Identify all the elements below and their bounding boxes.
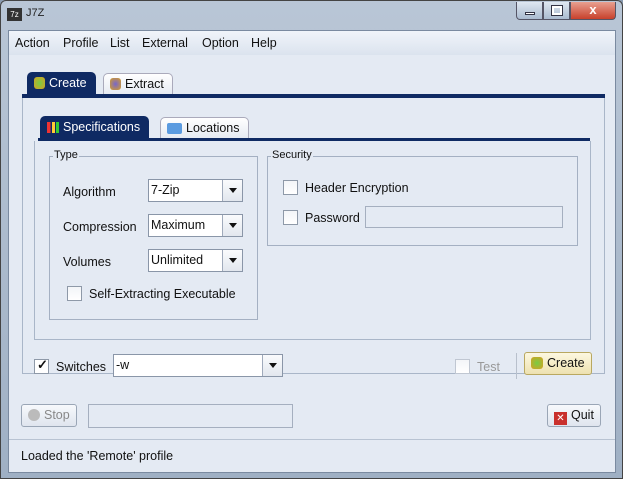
maximize-button[interactable]	[543, 2, 570, 20]
header-encryption-label: Header Encryption	[305, 181, 409, 195]
status-separator	[9, 439, 615, 440]
window-title: J7Z	[26, 7, 45, 19]
app-window: 7z J7Z x Action Profile List External Op…	[0, 0, 623, 479]
stop-button[interactable]: Stop	[21, 404, 77, 427]
password-input[interactable]	[365, 206, 563, 228]
separator	[516, 353, 517, 379]
chevron-down-icon[interactable]	[262, 355, 282, 376]
close-button[interactable]: x	[570, 2, 616, 20]
create-icon	[34, 77, 45, 89]
create-icon	[531, 357, 543, 369]
menu-external[interactable]: External	[142, 36, 188, 50]
tab-create[interactable]: Create	[27, 72, 96, 94]
chevron-down-icon[interactable]	[222, 215, 242, 236]
password-checkbox[interactable]	[283, 210, 298, 225]
compression-select[interactable]: Maximum	[148, 214, 243, 237]
switches-checkbox[interactable]: ✓	[34, 357, 49, 374]
test-label: Test	[477, 360, 500, 374]
quit-button[interactable]: ✕ Quit	[547, 404, 601, 427]
volumes-select[interactable]: Unlimited	[148, 249, 243, 272]
switches-label: Switches	[56, 360, 107, 374]
menu-help[interactable]: Help	[251, 36, 277, 50]
algorithm-value: 7-Zip	[151, 183, 180, 197]
app-icon: 7z	[7, 8, 22, 21]
tab-create-label: Create	[49, 76, 87, 90]
folder-icon	[167, 123, 182, 134]
minimize-button[interactable]	[516, 2, 543, 20]
progress-bar	[88, 404, 293, 428]
quit-icon: ✕	[554, 412, 567, 425]
menu-profile[interactable]: Profile	[63, 36, 98, 50]
quit-button-label: Quit	[571, 408, 594, 422]
password-label: Password	[305, 211, 360, 225]
security-group-title: Security	[271, 149, 313, 161]
tab-locations[interactable]: Locations	[160, 117, 249, 138]
type-group: Type Algorithm 7-Zip Compression Maximum…	[49, 149, 258, 320]
algorithm-select[interactable]: 7-Zip	[148, 179, 243, 202]
create-button-label: Create	[547, 356, 585, 370]
switches-select[interactable]: -w	[113, 354, 283, 377]
tab-locations-label: Locations	[186, 121, 240, 135]
algorithm-label: Algorithm	[63, 185, 116, 199]
volumes-label: Volumes	[63, 255, 111, 269]
specifications-panel: Type Algorithm 7-Zip Compression Maximum…	[34, 141, 591, 340]
extract-icon	[110, 78, 121, 90]
bar-chart-icon	[47, 122, 59, 133]
create-button[interactable]: Create	[524, 352, 592, 375]
compression-value: Maximum	[151, 218, 206, 232]
header-encryption-checkbox[interactable]	[283, 180, 298, 195]
client-area: Action Profile List External Option Help…	[8, 30, 616, 473]
tab-extract-label: Extract	[125, 77, 164, 91]
test-checkbox[interactable]	[455, 359, 470, 374]
sfx-label: Self-Extracting Executable	[89, 287, 236, 301]
menu-list[interactable]: List	[110, 36, 129, 50]
security-group: Security Header Encryption Password	[267, 149, 578, 246]
sfx-checkbox[interactable]	[67, 286, 82, 301]
switches-value: -w	[116, 358, 130, 372]
compression-label: Compression	[63, 220, 137, 234]
volumes-value: Unlimited	[151, 253, 204, 267]
menu-bar: Action Profile List External Option Help	[9, 31, 615, 55]
stop-button-label: Stop	[44, 408, 70, 422]
tab-extract[interactable]: Extract	[103, 73, 173, 94]
menu-action[interactable]: Action	[15, 36, 50, 50]
chevron-down-icon[interactable]	[222, 250, 242, 271]
tab-specifications[interactable]: Specifications	[40, 116, 150, 138]
stop-icon	[28, 409, 40, 421]
chevron-down-icon[interactable]	[222, 180, 242, 201]
menu-option[interactable]: Option	[202, 36, 239, 50]
type-group-title: Type	[53, 149, 79, 161]
status-text: Loaded the 'Remote' profile	[21, 449, 174, 463]
tab-specifications-label: Specifications	[63, 120, 141, 134]
